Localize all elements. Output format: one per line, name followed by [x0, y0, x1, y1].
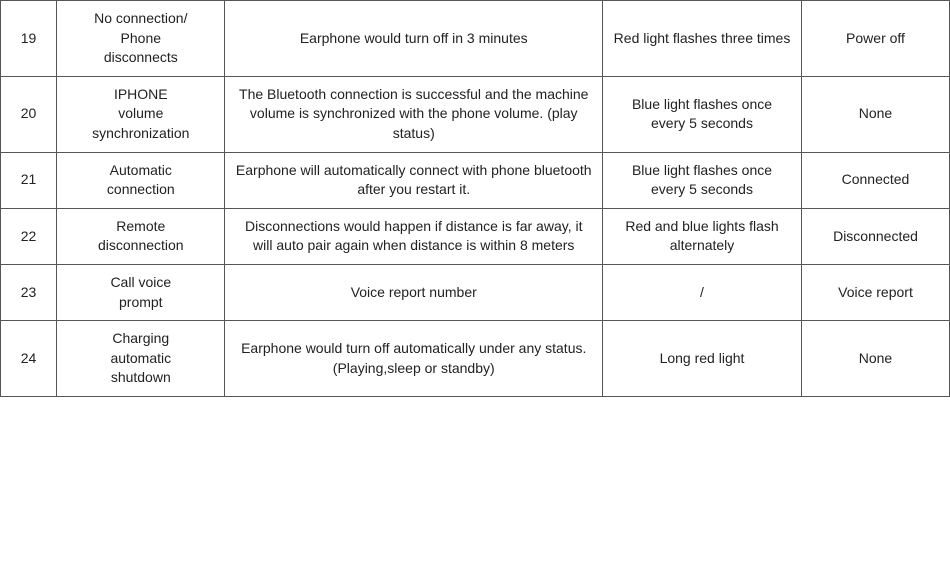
row-number: 23 [1, 264, 57, 320]
row-description: Voice report number [225, 264, 603, 320]
row-status: Voice report [801, 264, 949, 320]
row-indicator: Blue light flashes once every 5 seconds [603, 76, 802, 152]
row-indicator: / [603, 264, 802, 320]
row-status: Disconnected [801, 208, 949, 264]
row-status: None [801, 76, 949, 152]
row-status: None [801, 321, 949, 397]
row-number: 21 [1, 152, 57, 208]
row-number: 22 [1, 208, 57, 264]
row-indicator: Red and blue lights flash alternately [603, 208, 802, 264]
row-indicator: Red light flashes three times [603, 1, 802, 77]
row-name: Charging automatic shutdown [57, 321, 225, 397]
row-indicator: Long red light [603, 321, 802, 397]
row-status: Connected [801, 152, 949, 208]
row-description: Earphone would turn off in 3 minutes [225, 1, 603, 77]
row-description: Disconnections would happen if distance … [225, 208, 603, 264]
row-number: 20 [1, 76, 57, 152]
row-name: Automatic connection [57, 152, 225, 208]
row-number: 24 [1, 321, 57, 397]
indicator-table: 19No connection/ Phone disconnectsEarpho… [0, 0, 950, 397]
row-name: Remote disconnection [57, 208, 225, 264]
row-description: The Bluetooth connection is successful a… [225, 76, 603, 152]
row-status: Power off [801, 1, 949, 77]
row-indicator: Blue light flashes once every 5 seconds [603, 152, 802, 208]
row-name: IPHONE volume synchronization [57, 76, 225, 152]
row-name: No connection/ Phone disconnects [57, 1, 225, 77]
row-name: Call voice prompt [57, 264, 225, 320]
row-description: Earphone will automatically connect with… [225, 152, 603, 208]
row-number: 19 [1, 1, 57, 77]
row-description: Earphone would turn off automatically un… [225, 321, 603, 397]
